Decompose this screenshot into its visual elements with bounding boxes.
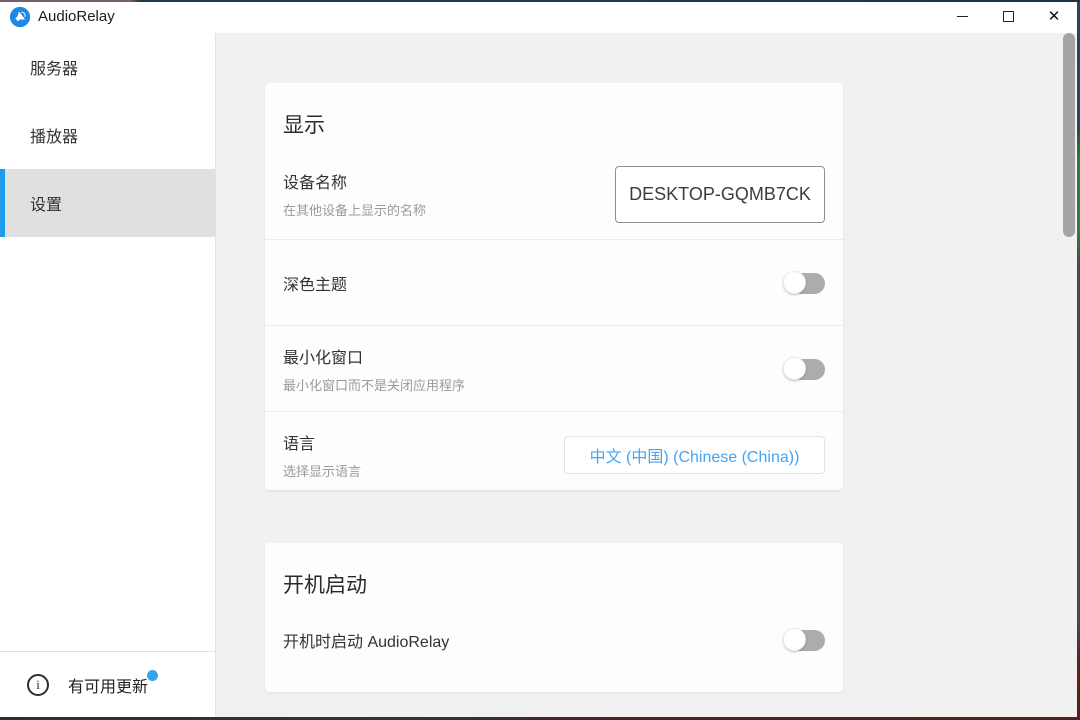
display-settings-card: 显示 设备名称 在其他设备上显示的名称 深色主题 最小化 [265,83,843,490]
info-icon: i [27,674,49,696]
update-badge-dot [147,670,158,681]
app-window: AudioRelay ✕ 服务器 播放器 设置 i 有可用更新 显示 [0,0,1080,720]
close-icon: ✕ [1048,9,1061,24]
dark-theme-labels: 深色主题 [283,271,347,295]
settings-main: 显示 设备名称 在其他设备上显示的名称 深色主题 最小化 [216,33,1077,717]
minimize-window-label: 最小化窗口 [283,344,465,368]
minimize-window-toggle[interactable] [783,357,825,381]
app-title: AudioRelay [38,8,115,25]
toggle-knob [783,628,806,651]
language-select[interactable]: 中文 (中国) (Chinese (China)) [564,436,825,474]
toggle-knob [783,271,806,294]
desktop-edge-top [0,0,1080,2]
launch-on-boot-label: 开机时启动 AudioRelay [283,628,449,652]
minimize-window-labels: 最小化窗口 最小化窗口而不是关闭应用程序 [283,344,465,394]
sidebar-item-server[interactable]: 服务器 [0,33,215,101]
maximize-button[interactable] [985,0,1031,33]
language-sublabel: 选择显示语言 [283,461,361,480]
startup-settings-card: 开机启动 开机时启动 AudioRelay [265,543,843,692]
launch-on-boot-toggle[interactable] [783,628,825,652]
dark-theme-row: 深色主题 [265,239,843,325]
sidebar: 服务器 播放器 设置 i 有可用更新 [0,33,216,717]
toggle-knob [783,357,806,380]
language-row: 语言 选择显示语言 中文 (中国) (Chinese (China)) [265,411,843,497]
launch-on-boot-labels: 开机时启动 AudioRelay [283,628,449,652]
sidebar-item-label: 设置 [30,191,62,215]
launch-on-boot-row: 开机时启动 AudioRelay [265,609,843,685]
sidebar-item-label: 服务器 [30,55,78,79]
minimize-window-row: 最小化窗口 最小化窗口而不是关闭应用程序 [265,325,843,411]
device-name-input[interactable] [615,166,825,223]
maximize-icon [1003,11,1014,22]
language-selected-value: 中文 (中国) (Chinese (China)) [590,443,800,467]
vertical-scrollbar-thumb[interactable] [1063,33,1075,237]
sidebar-item-label: 播放器 [30,123,78,147]
language-label: 语言 [283,430,361,454]
dark-theme-toggle[interactable] [783,271,825,295]
device-name-sublabel: 在其他设备上显示的名称 [283,200,426,219]
startup-card-title: 开机启动 [265,543,843,609]
device-name-row: 设备名称 在其他设备上显示的名称 [265,149,843,239]
sidebar-item-settings[interactable]: 设置 [0,169,215,237]
sidebar-item-player[interactable]: 播放器 [0,101,215,169]
minimize-window-sublabel: 最小化窗口而不是关闭应用程序 [283,375,465,394]
audiorelay-logo-icon [9,6,31,28]
display-card-title: 显示 [265,83,843,149]
minimize-button[interactable] [939,0,985,33]
device-name-label: 设备名称 [283,169,426,193]
update-available-label: 有可用更新 [68,673,148,697]
device-name-labels: 设备名称 在其他设备上显示的名称 [283,169,426,219]
titlebar: AudioRelay ✕ [0,0,1080,33]
language-labels: 语言 选择显示语言 [283,430,361,480]
update-available-row[interactable]: i 有可用更新 [0,651,215,717]
minimize-icon [957,16,968,17]
window-controls: ✕ [939,0,1077,33]
close-button[interactable]: ✕ [1031,0,1077,33]
dark-theme-label: 深色主题 [283,271,347,295]
